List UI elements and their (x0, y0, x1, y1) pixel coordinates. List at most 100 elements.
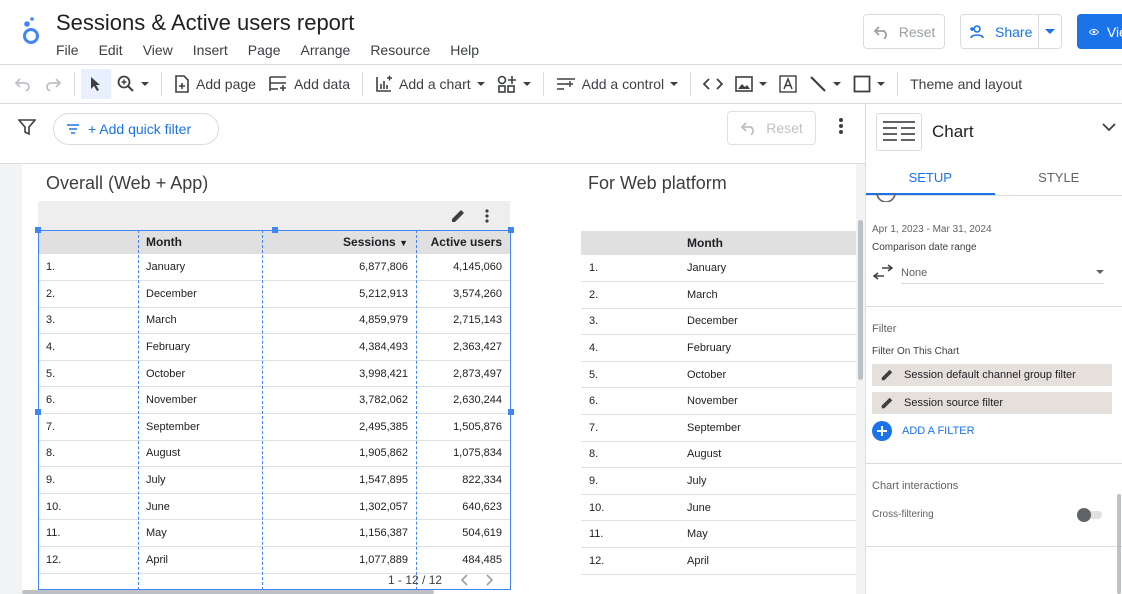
table-row[interactable]: 1. January (581, 255, 857, 283)
table-row[interactable]: 3. December (581, 308, 857, 336)
menu-arrange[interactable]: Arrange (291, 42, 361, 58)
chevron-left-icon[interactable] (460, 574, 468, 586)
table-row[interactable]: 6. November (581, 387, 857, 416)
table-row[interactable]: 10. June 1,302,057 640,623 (38, 493, 510, 521)
table-row[interactable]: 12. April 1,077,889 484,485 (38, 546, 510, 574)
month-cell: March (679, 281, 857, 309)
widgets-icon (497, 75, 516, 93)
table-row[interactable]: 9. July 1,547,895 822,334 (38, 466, 510, 494)
rectangle-icon (853, 75, 871, 93)
resize-handle[interactable] (272, 227, 278, 233)
menu-insert[interactable]: Insert (183, 42, 238, 58)
web-table[interactable]: Month 1. January 2. March 3. December 4. Februa… (581, 231, 857, 575)
panel-title: Chart (932, 122, 974, 141)
table-row[interactable]: 3. March 4,859,979 2,715,143 (38, 307, 510, 335)
menu-resource[interactable]: Resource (360, 42, 440, 58)
image-button[interactable] (729, 69, 773, 99)
column-header-sessions[interactable]: Sessions ▼ (262, 230, 416, 254)
menu-edit[interactable]: Edit (89, 42, 133, 58)
share-dropdown-button[interactable] (1039, 15, 1061, 48)
looker-studio-logo[interactable] (20, 16, 42, 46)
eye-icon (1089, 28, 1099, 35)
select-tool-button[interactable] (81, 69, 111, 99)
overall-table[interactable]: Month Sessions ▼ Active users 1. January 6… (38, 230, 510, 574)
add-data-button[interactable]: Add data (262, 69, 356, 99)
menu-view[interactable]: View (133, 42, 183, 58)
table-row[interactable]: 4. February (581, 334, 857, 362)
table-row[interactable]: 10. June (581, 494, 857, 522)
table-row[interactable]: 2. December 5,212,913 3,574,260 (38, 280, 510, 308)
month-cell: October (679, 361, 857, 389)
filter-chip[interactable]: Session default channel group filter (872, 364, 1112, 386)
comparison-dropdown[interactable]: None (901, 262, 1104, 284)
reset-filters-button[interactable]: Reset (727, 111, 816, 145)
table-row[interactable]: 4. February 4,384,493 2,363,427 (38, 333, 510, 361)
table-row[interactable]: 5. October (581, 361, 857, 389)
pencil-icon[interactable] (450, 208, 466, 224)
resize-handle[interactable] (35, 227, 41, 233)
chevron-down-icon[interactable] (1102, 123, 1116, 132)
overall-chart-title[interactable]: Overall (Web + App) (46, 173, 208, 194)
add-data-icon (269, 76, 286, 91)
column-header-month[interactable]: Month (679, 231, 857, 255)
table-chart-icon[interactable] (876, 113, 922, 151)
view-button[interactable]: View (1077, 14, 1122, 49)
add-chart-button[interactable]: Add a chart (369, 69, 491, 99)
line-button[interactable] (803, 69, 847, 99)
tab-setup[interactable]: SETUP (866, 160, 995, 195)
reset-button[interactable]: Reset (863, 14, 945, 49)
table-row[interactable]: 8. August (581, 441, 857, 469)
filter-chip[interactable]: Session source filter (872, 392, 1112, 414)
resize-handle[interactable] (508, 227, 514, 233)
add-control-button[interactable]: Add a control (550, 69, 685, 99)
table-row[interactable]: 8. August 1,905,862 1,075,834 (38, 440, 510, 468)
resize-handle[interactable] (508, 409, 514, 415)
caret-down-icon (476, 81, 485, 86)
cross-filtering-toggle[interactable] (1076, 508, 1104, 522)
table-row[interactable]: 5. October 3,998,421 2,873,497 (38, 360, 510, 388)
community-viz-button[interactable] (491, 69, 537, 99)
comparison-range-label: Comparison date range (872, 242, 977, 253)
menu-page[interactable]: Page (238, 42, 291, 58)
pencil-icon[interactable] (880, 368, 894, 382)
pencil-icon[interactable] (880, 396, 894, 410)
filter-bar: + Add quick filter Reset (0, 104, 865, 164)
zoom-button[interactable] (111, 69, 155, 99)
radio-button[interactable] (876, 192, 896, 202)
undo-button[interactable] (8, 69, 38, 99)
panel-scrollbar[interactable] (1117, 494, 1121, 594)
report-title[interactable]: Sessions & Active users report (56, 10, 354, 36)
column-header-active-users[interactable]: Active users (416, 230, 510, 254)
menu-file[interactable]: File (46, 42, 89, 58)
text-button[interactable] (773, 69, 803, 99)
canvas-horizontal-scrollbar[interactable] (22, 590, 434, 594)
table-row[interactable]: 12. April (581, 547, 857, 575)
add-quick-filter-button[interactable]: + Add quick filter (53, 113, 219, 145)
add-page-button[interactable]: Add page (168, 69, 262, 99)
table-row[interactable]: 7. September 2,495,385 1,505,876 (38, 413, 510, 441)
share-button[interactable]: Share (961, 15, 1040, 48)
table-row[interactable]: 11. May (581, 520, 857, 549)
theme-layout-button[interactable]: Theme and layout (904, 69, 1028, 99)
shape-button[interactable] (847, 69, 891, 99)
web-chart-title[interactable]: For Web platform (588, 173, 727, 194)
filter-icon[interactable] (18, 118, 36, 136)
add-filter-button[interactable]: ADD A FILTER (872, 421, 975, 441)
table-row[interactable]: 11. May 1,156,387 504,619 (38, 519, 510, 548)
canvas-scrollbar[interactable] (858, 220, 863, 380)
table-row[interactable]: 1. January 6,877,806 4,145,060 (38, 254, 510, 282)
chart-more-icon[interactable] (482, 208, 492, 224)
month-cell: April (138, 546, 262, 574)
table-row[interactable]: 2. March (581, 281, 857, 309)
column-header-month[interactable]: Month (138, 230, 262, 254)
resize-handle[interactable] (35, 409, 41, 415)
more-options-icon[interactable] (832, 116, 850, 136)
table-row[interactable]: 6. November 3,782,062 2,630,244 (38, 386, 510, 415)
table-row[interactable]: 7. September (581, 414, 857, 442)
tab-style[interactable]: STYLE (995, 160, 1122, 195)
chevron-right-icon[interactable] (486, 574, 494, 586)
embed-url-button[interactable] (697, 69, 729, 99)
table-row[interactable]: 9. July (581, 467, 857, 495)
redo-button[interactable] (38, 69, 68, 99)
menu-help[interactable]: Help (440, 42, 489, 58)
